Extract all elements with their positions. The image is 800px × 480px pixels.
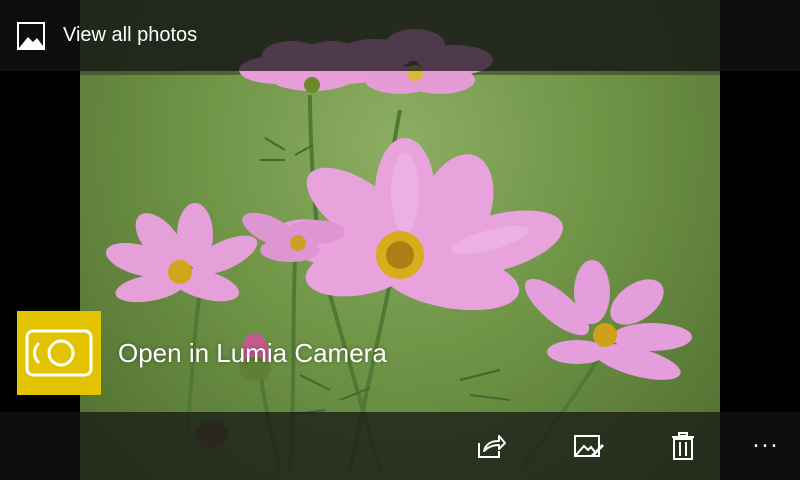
edit-button[interactable] (565, 412, 613, 480)
lumia-camera-tile[interactable] (17, 311, 101, 395)
share-icon (478, 435, 506, 458)
more-icon: ... (752, 428, 780, 453)
app-bar: ... (0, 412, 800, 480)
photo-viewer[interactable] (80, 0, 720, 480)
trash-icon (672, 432, 694, 460)
flower-photo (80, 0, 720, 472)
lumia-camera-icon (25, 329, 93, 377)
delete-button[interactable] (659, 412, 707, 480)
view-all-photos-link[interactable]: View all photos (63, 24, 197, 47)
open-in-lumia-camera-link[interactable]: Open in Lumia Camera (118, 338, 387, 369)
share-button[interactable] (468, 412, 516, 480)
more-button[interactable]: ... (742, 412, 790, 480)
top-bar: View all photos (0, 0, 800, 71)
edit-photo-icon (574, 435, 604, 457)
photos-icon[interactable] (17, 21, 45, 50)
